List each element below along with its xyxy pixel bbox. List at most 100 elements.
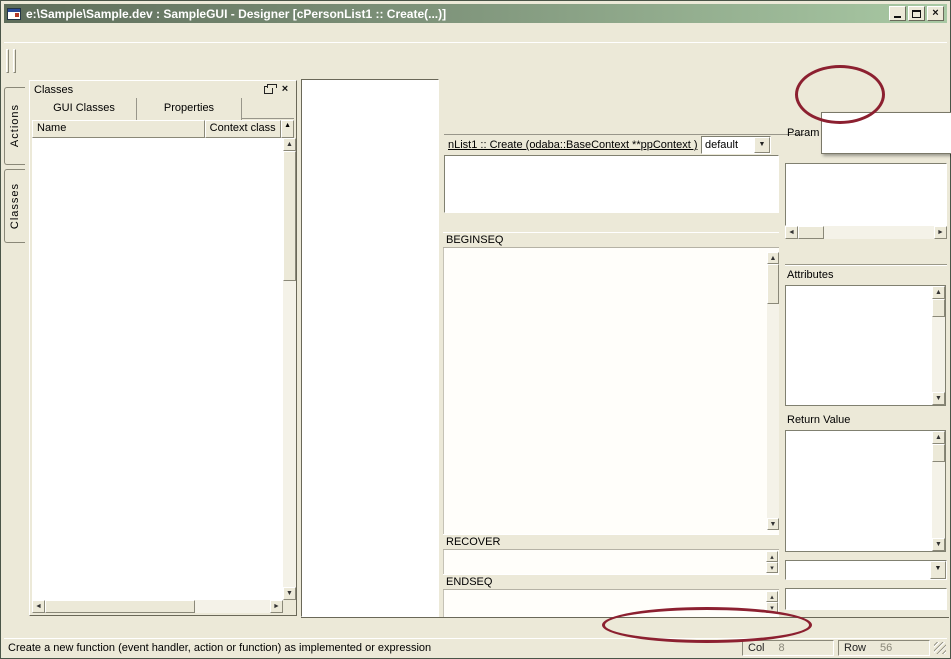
col-value: 8: [779, 642, 785, 654]
close-icon: ×: [932, 8, 938, 19]
scroll-up-icon[interactable]: ▲: [283, 138, 296, 151]
close-panel-button[interactable]: ×: [278, 83, 292, 96]
sidebar-tab-label: Classes: [9, 183, 21, 229]
attributes-label: Attributes: [787, 269, 833, 281]
status-message: Create a new function (event handler, ac…: [8, 642, 742, 654]
scroll-down-icon[interactable]: ▾: [766, 602, 778, 613]
bottom-tabs: [301, 617, 949, 637]
toolbar-grip[interactable]: [6, 49, 9, 73]
scroll-right-icon[interactable]: ►: [270, 600, 283, 613]
scrollbar-thumb[interactable]: [767, 264, 779, 304]
scroll-left-icon[interactable]: ◄: [785, 226, 798, 239]
scroll-right-icon[interactable]: ►: [934, 226, 947, 239]
function-flags: [787, 244, 951, 259]
minimize-icon: [894, 16, 901, 18]
scroll-down-icon[interactable]: ▼: [283, 587, 296, 600]
code-vscrollbar[interactable]: ▲ ▼: [767, 252, 779, 530]
implementation-combo[interactable]: default ▼: [701, 136, 771, 154]
scroll-down-icon[interactable]: ▼: [932, 392, 945, 405]
parameters-hscrollbar[interactable]: ◄ ►: [785, 226, 947, 239]
maximize-icon: [912, 10, 921, 18]
title-bar: e:\Sample\Sample.dev : SampleGUI - Desig…: [4, 4, 947, 23]
scroll-down-icon[interactable]: ▼: [932, 538, 945, 551]
signature-bar: nList1 :: Create (odaba::BaseContext **p…: [444, 135, 779, 155]
scrollbar-thumb[interactable]: [932, 299, 945, 317]
implementation-combo-value: default: [702, 137, 754, 153]
scroll-up-icon[interactable]: ▲: [932, 286, 945, 299]
classes-panel-header: Classes ×: [30, 81, 296, 98]
function-signature-link[interactable]: nList1 :: Create (odaba::BaseContext **p…: [448, 139, 701, 151]
sidebar-tab-actions[interactable]: Actions: [4, 87, 25, 165]
section-label-beginseq: BEGINSEQ: [443, 232, 779, 248]
object-tree: [301, 79, 439, 617]
scrollbar-thumb[interactable]: [45, 600, 195, 613]
main-toolbar: [4, 42, 947, 78]
bottom-combo-value: [786, 561, 930, 579]
scroll-up-icon[interactable]: ▴: [766, 591, 778, 602]
column-header-context-class[interactable]: Context class: [205, 120, 281, 138]
col-label: Col: [748, 642, 765, 654]
scroll-down-icon[interactable]: ▼: [767, 518, 779, 530]
chevron-down-icon[interactable]: ▼: [930, 561, 946, 579]
divider: [785, 264, 947, 266]
tab-properties[interactable]: Properties: [137, 98, 242, 120]
chevron-down-icon[interactable]: ▼: [754, 137, 770, 153]
parameters-label: Param: [787, 127, 819, 139]
resize-grip[interactable]: [934, 642, 946, 654]
bottom-combo[interactable]: ▼: [785, 560, 947, 580]
class-tree-hscrollbar[interactable]: ◄ ►: [32, 600, 283, 613]
sort-ascending-icon[interactable]: ▲: [281, 120, 294, 138]
editor-tabs: [444, 114, 804, 135]
row-value: 56: [880, 642, 892, 654]
scrollbar-thumb[interactable]: [798, 226, 824, 239]
code-tabs: [446, 213, 779, 232]
scroll-up-icon[interactable]: ▴: [766, 551, 778, 562]
app-icon: [7, 8, 21, 20]
scrollbar-thumb[interactable]: [283, 151, 296, 281]
toolbar-grip[interactable]: [13, 49, 16, 73]
code-editor-endseq[interactable]: ▴▾: [443, 590, 779, 617]
return-value-grid: ▲ ▼: [785, 430, 946, 552]
sidebar-tab-classes[interactable]: Classes: [4, 169, 25, 243]
attributes-vscrollbar[interactable]: ▲ ▼: [932, 286, 945, 405]
scroll-down-icon[interactable]: ▾: [766, 562, 778, 573]
float-icon: [264, 86, 273, 94]
minimize-button[interactable]: [889, 6, 906, 21]
sidebar-tab-label: Actions: [9, 104, 21, 147]
classes-panel: Classes × GUI Classes Properties Name Co…: [29, 80, 297, 616]
function-list-area[interactable]: [444, 155, 779, 213]
code-editor-start[interactable]: [443, 248, 779, 534]
class-list-header: Name Context class ▲: [32, 120, 294, 138]
code-editor-recover[interactable]: ▴▾: [443, 550, 779, 574]
row-indicator: Row 56: [838, 640, 930, 656]
designer-window: { "window": {"title": "e:\\Sample\\Sampl…: [0, 0, 951, 659]
status-bar: Create a new function (event handler, ac…: [4, 638, 947, 657]
panel-title: Classes: [34, 84, 258, 96]
maximize-button[interactable]: [908, 6, 925, 21]
class-tree: [32, 138, 283, 600]
close-button[interactable]: ×: [927, 6, 944, 21]
scrollbar-thumb[interactable]: [932, 444, 945, 462]
scroll-up-icon[interactable]: ▲: [767, 252, 779, 264]
row-label: Row: [844, 642, 866, 654]
scroll-left-icon[interactable]: ◄: [32, 600, 45, 613]
return-value-label: Return Value: [787, 414, 850, 426]
float-panel-button[interactable]: [261, 83, 275, 96]
scroll-up-icon[interactable]: ▲: [932, 431, 945, 444]
menu-bar: [4, 23, 947, 42]
class-tree-vscrollbar[interactable]: ▲ ▼: [283, 138, 296, 600]
parameters-grid: [785, 163, 947, 226]
section-label-endseq: ENDSEQ: [443, 574, 779, 590]
description-field[interactable]: [785, 588, 947, 610]
classes-panel-tabs: GUI Classes Properties: [32, 98, 294, 119]
tab-gui-classes[interactable]: GUI Classes: [32, 98, 137, 120]
section-label-recover: RECOVER: [443, 534, 779, 550]
col-indicator: Col 8: [742, 640, 834, 656]
close-icon: ×: [282, 84, 288, 95]
editor-toolbar: [445, 80, 951, 112]
window-title: e:\Sample\Sample.dev : SampleGUI - Desig…: [26, 7, 887, 21]
column-header-name[interactable]: Name: [32, 120, 205, 138]
return-value-vscrollbar[interactable]: ▲ ▼: [932, 431, 945, 551]
attributes-grid: ▲ ▼: [785, 285, 946, 406]
create-dropdown-menu: [821, 112, 951, 154]
